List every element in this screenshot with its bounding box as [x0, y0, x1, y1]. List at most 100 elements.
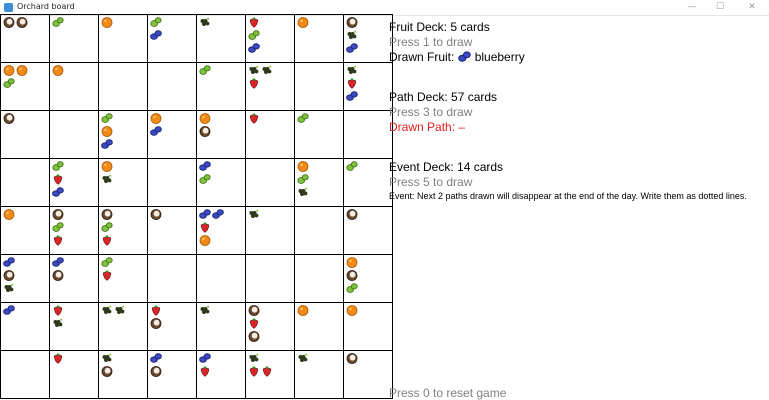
board-cell[interactable]: [343, 206, 393, 255]
fruit-row: [150, 29, 162, 41]
coconut-icon: [3, 16, 15, 28]
board-cell[interactable]: [343, 350, 393, 399]
board-cell[interactable]: [98, 302, 148, 351]
board-cell[interactable]: [49, 302, 99, 351]
board-cell[interactable]: [294, 158, 344, 207]
board-row: [0, 110, 393, 159]
cell-fruits: [148, 303, 196, 330]
board-cell[interactable]: [196, 254, 246, 303]
board-cell[interactable]: [49, 254, 99, 303]
maximize-button[interactable]: ☐: [706, 0, 734, 15]
board-cell[interactable]: [294, 14, 344, 63]
board-cell[interactable]: [98, 158, 148, 207]
board-cell[interactable]: [245, 254, 295, 303]
board-cell[interactable]: [49, 62, 99, 111]
fruit-row: [3, 77, 15, 89]
board-cell[interactable]: [343, 302, 393, 351]
board-cell[interactable]: [0, 62, 50, 111]
fruit-row: [3, 112, 15, 124]
board-cell[interactable]: [49, 110, 99, 159]
board-cell[interactable]: [0, 254, 50, 303]
board-cell[interactable]: [196, 302, 246, 351]
board-cell[interactable]: [49, 206, 99, 255]
board-cell[interactable]: [147, 206, 197, 255]
board-cell[interactable]: [245, 302, 295, 351]
board-cell[interactable]: [245, 14, 295, 63]
minimize-button[interactable]: —: [678, 0, 706, 15]
board-cell[interactable]: [245, 110, 295, 159]
board-cell[interactable]: [294, 110, 344, 159]
cell-fruits: [99, 351, 147, 378]
orange-icon: [297, 304, 309, 316]
coconut-icon: [346, 352, 358, 364]
cell-fruits: [1, 207, 49, 221]
blueberry-icon: [3, 304, 15, 316]
blueberry-icon: [212, 208, 224, 220]
fruit-row: [346, 256, 358, 268]
board-cell[interactable]: [196, 110, 246, 159]
board-cell[interactable]: [147, 302, 197, 351]
orange-icon: [199, 234, 211, 246]
orange-icon: [199, 112, 211, 124]
board-cell[interactable]: [98, 110, 148, 159]
board-cell[interactable]: [196, 14, 246, 63]
board-cell[interactable]: [98, 350, 148, 399]
coconut-icon: [52, 208, 64, 220]
fruit-row: [52, 256, 64, 268]
cell-fruits: [1, 159, 49, 161]
fruit-row: [52, 160, 64, 172]
board-cell[interactable]: [147, 62, 197, 111]
board-cell[interactable]: [196, 206, 246, 255]
board-cell[interactable]: [343, 110, 393, 159]
fruit-row: [101, 173, 113, 185]
board-cell[interactable]: [0, 206, 50, 255]
board-row: [0, 158, 393, 207]
board-cell[interactable]: [343, 14, 393, 63]
board-cell[interactable]: [294, 206, 344, 255]
board-cell[interactable]: [294, 254, 344, 303]
fruit-row: [248, 64, 273, 76]
drawn-fruit: Drawn Fruit: blueberry: [389, 50, 767, 65]
board-cell[interactable]: [147, 254, 197, 303]
orange-icon: [150, 112, 162, 124]
board-cell[interactable]: [98, 62, 148, 111]
fruit-row: [248, 317, 260, 329]
board-cell[interactable]: [0, 158, 50, 207]
board-cell[interactable]: [98, 254, 148, 303]
board-cell[interactable]: [294, 350, 344, 399]
board-cell[interactable]: [98, 14, 148, 63]
board-cell[interactable]: [196, 158, 246, 207]
board-cell[interactable]: [49, 350, 99, 399]
board-cell[interactable]: [98, 206, 148, 255]
board-cell[interactable]: [294, 62, 344, 111]
board-cell[interactable]: [343, 62, 393, 111]
cell-fruits: [148, 159, 196, 161]
board-cell[interactable]: [245, 158, 295, 207]
board-cell[interactable]: [245, 350, 295, 399]
fruit-row: [297, 16, 309, 28]
board-cell[interactable]: [0, 110, 50, 159]
cell-fruits: [295, 15, 343, 29]
board-cell[interactable]: [49, 158, 99, 207]
board-cell[interactable]: [196, 350, 246, 399]
coconut-icon: [3, 269, 15, 281]
board-cell[interactable]: [0, 350, 50, 399]
board-cell[interactable]: [294, 302, 344, 351]
board-cell[interactable]: [0, 302, 50, 351]
board-cell[interactable]: [343, 158, 393, 207]
board-cell[interactable]: [245, 62, 295, 111]
board-cell[interactable]: [147, 14, 197, 63]
close-button[interactable]: ✕: [738, 0, 766, 15]
board-cell[interactable]: [147, 158, 197, 207]
board-cell[interactable]: [147, 110, 197, 159]
board-cell[interactable]: [245, 206, 295, 255]
cell-fruits: [295, 303, 343, 317]
board-cell[interactable]: [147, 350, 197, 399]
board-cell[interactable]: [0, 14, 50, 63]
pear-icon: [297, 112, 309, 124]
board-cell[interactable]: [343, 254, 393, 303]
coconut-icon: [52, 269, 64, 281]
board-cell[interactable]: [49, 14, 99, 63]
board-cell[interactable]: [196, 62, 246, 111]
orange-icon: [101, 160, 113, 172]
